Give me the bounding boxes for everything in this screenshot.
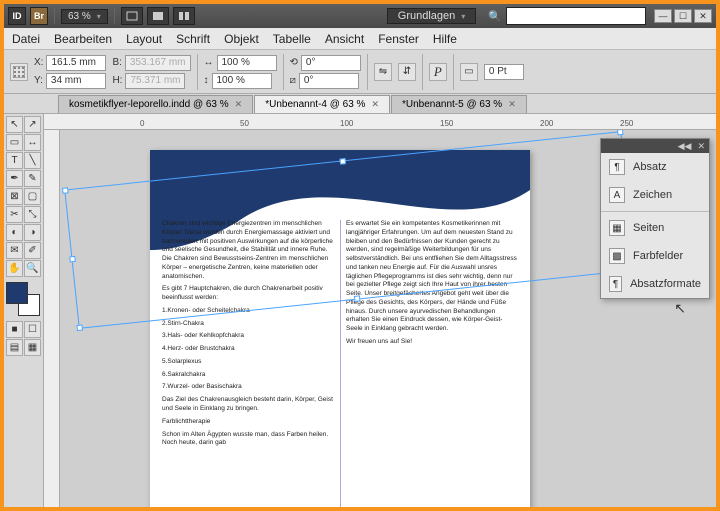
- panel-item-absatz[interactable]: ¶Absatz: [601, 153, 709, 181]
- character-icon: A: [609, 187, 625, 203]
- app-logo: ID: [8, 7, 26, 25]
- bridge-icon[interactable]: Br: [30, 7, 48, 25]
- pencil-tool[interactable]: ✎: [24, 170, 41, 187]
- menu-layout[interactable]: Layout: [126, 32, 162, 46]
- floating-panel[interactable]: ◀◀ ✕ ¶Absatz AZeichen ▦Seiten ▩Farbfelder…: [600, 138, 710, 299]
- line-tool[interactable]: ╲: [24, 152, 41, 169]
- height-field[interactable]: 75.371 mm: [125, 73, 185, 89]
- y-field[interactable]: 34 mm: [46, 73, 106, 89]
- stroke-weight-field[interactable]: 0 Pt: [484, 64, 524, 80]
- reference-point-icon[interactable]: [10, 63, 28, 81]
- paragraph-icon: ¶: [609, 159, 625, 175]
- menu-objekt[interactable]: Objekt: [224, 32, 259, 46]
- menu-tabelle[interactable]: Tabelle: [273, 32, 311, 46]
- search-input[interactable]: [506, 7, 646, 25]
- shear-field[interactable]: 0°: [299, 73, 359, 89]
- apply-color-icon[interactable]: ■: [6, 321, 23, 338]
- rectangle-tool[interactable]: ▢: [24, 188, 41, 205]
- stroke-icon[interactable]: ▭: [460, 63, 478, 81]
- width-field[interactable]: 353.167 mm: [125, 55, 191, 71]
- menu-bearbeiten[interactable]: Bearbeiten: [54, 32, 112, 46]
- h-label: H:: [112, 75, 122, 86]
- collapse-icon[interactable]: ◀◀: [678, 141, 692, 152]
- gradient-feather-tool[interactable]: ◑: [24, 224, 41, 241]
- x-field[interactable]: 161.5 mm: [46, 55, 106, 71]
- menu-ansicht[interactable]: Ansicht: [325, 32, 364, 46]
- document-tabs: kosmetikflyer-leporello.indd @ 63 %✕ *Un…: [4, 94, 716, 114]
- document-page: Chakren sind wichtige Energiezentren im …: [150, 150, 530, 507]
- horizontal-ruler: 0 50 100 150 200 250: [44, 114, 716, 130]
- x-label: X:: [34, 57, 43, 68]
- screen-mode-icon[interactable]: [147, 7, 169, 25]
- scale-x-icon: ↔: [204, 57, 214, 68]
- pages-icon: ▦: [609, 220, 625, 236]
- vertical-ruler: [44, 130, 60, 507]
- preview-icon[interactable]: ▦: [24, 339, 41, 356]
- cursor-icon: ↖: [674, 300, 686, 317]
- text-column-2: Es erwartet Sie ein kompetentes Kosmetik…: [346, 220, 518, 507]
- tab-unbenannt-4[interactable]: *Unbenannt-4 @ 63 %✕: [254, 95, 390, 113]
- pen-tool[interactable]: ✒: [6, 170, 23, 187]
- maximize-button[interactable]: ☐: [674, 9, 692, 23]
- panel-item-zeichen[interactable]: AZeichen: [601, 181, 709, 209]
- rectangle-frame-tool[interactable]: ⊠: [6, 188, 23, 205]
- title-bar: ID Br 63 % Grundlagen 🔍 — ☐ ✕: [4, 4, 716, 28]
- panel-close-icon[interactable]: ✕: [697, 141, 705, 152]
- tab-unbenannt-5[interactable]: *Unbenannt-5 @ 63 %✕: [391, 95, 527, 113]
- free-transform-tool[interactable]: ⤡: [24, 206, 41, 223]
- shear-icon: ⧄: [290, 75, 296, 86]
- direct-selection-tool[interactable]: ↗: [24, 116, 41, 133]
- view-options-icon[interactable]: [121, 7, 143, 25]
- zoom-tool[interactable]: 🔍: [24, 260, 41, 277]
- paragraph-styles-icon: ¶: [609, 276, 622, 292]
- menu-bar: Datei Bearbeiten Layout Schrift Objekt T…: [4, 28, 716, 50]
- text-column-1: Chakren sind wichtige Energiezentren im …: [162, 220, 334, 507]
- close-icon[interactable]: ✕: [508, 99, 516, 110]
- gap-tool[interactable]: ↔: [24, 134, 41, 151]
- scale-y-icon: ↕: [204, 75, 209, 86]
- type-tool[interactable]: T: [6, 152, 23, 169]
- scale-x-field[interactable]: 100 %: [217, 55, 277, 71]
- rotate-field[interactable]: 0°: [301, 55, 361, 71]
- pathfinder-icon[interactable]: P: [429, 63, 447, 81]
- selection-tool[interactable]: ↖: [6, 116, 23, 133]
- scale-y-field[interactable]: 100 %: [212, 73, 272, 89]
- control-bar: X:161.5 mm Y:34 mm B: 353.167 mm H:75.371…: [4, 50, 716, 94]
- eyedropper-tool[interactable]: ✐: [24, 242, 41, 259]
- rotate-icon: ⟲: [290, 57, 298, 68]
- flip-h-icon[interactable]: ⇋: [374, 63, 392, 81]
- y-label: Y:: [34, 75, 43, 86]
- note-tool[interactable]: ✉: [6, 242, 23, 259]
- panel-header[interactable]: ◀◀ ✕: [601, 139, 709, 153]
- swatches-icon: ▩: [609, 248, 625, 264]
- normal-view-icon[interactable]: ▤: [6, 339, 23, 356]
- panel-item-absatzformate[interactable]: ¶Absatzformate: [601, 270, 709, 298]
- menu-hilfe[interactable]: Hilfe: [433, 32, 457, 46]
- flip-v-icon[interactable]: ⇵: [398, 63, 416, 81]
- hand-tool[interactable]: ✋: [6, 260, 23, 277]
- close-icon[interactable]: ✕: [371, 99, 379, 110]
- scissors-tool[interactable]: ✂: [6, 206, 23, 223]
- zoom-dropdown[interactable]: 63 %: [61, 9, 108, 24]
- workspace-switcher[interactable]: Grundlagen: [387, 8, 477, 24]
- panel-item-seiten[interactable]: ▦Seiten: [601, 214, 709, 242]
- menu-fenster[interactable]: Fenster: [378, 32, 419, 46]
- menu-schrift[interactable]: Schrift: [176, 32, 210, 46]
- color-swatch[interactable]: [6, 282, 40, 316]
- toolbox: ↖↗ ▭↔ T╲ ✒✎ ⊠▢ ✂⤡ ◐◑ ✉✐ ✋🔍 ■☐ ▤▦: [4, 114, 44, 507]
- w-label: B:: [112, 57, 121, 68]
- minimize-button[interactable]: —: [654, 9, 672, 23]
- search-icon: 🔍: [488, 10, 502, 23]
- page-tool[interactable]: ▭: [6, 134, 23, 151]
- arrange-icon[interactable]: [173, 7, 195, 25]
- close-button[interactable]: ✕: [694, 9, 712, 23]
- tab-kosmetikflyer[interactable]: kosmetikflyer-leporello.indd @ 63 %✕: [58, 95, 253, 113]
- gradient-swatch-tool[interactable]: ◐: [6, 224, 23, 241]
- panel-item-farbfelder[interactable]: ▩Farbfelder: [601, 242, 709, 270]
- menu-datei[interactable]: Datei: [12, 32, 40, 46]
- apply-none-icon[interactable]: ☐: [24, 321, 41, 338]
- close-icon[interactable]: ✕: [235, 99, 243, 110]
